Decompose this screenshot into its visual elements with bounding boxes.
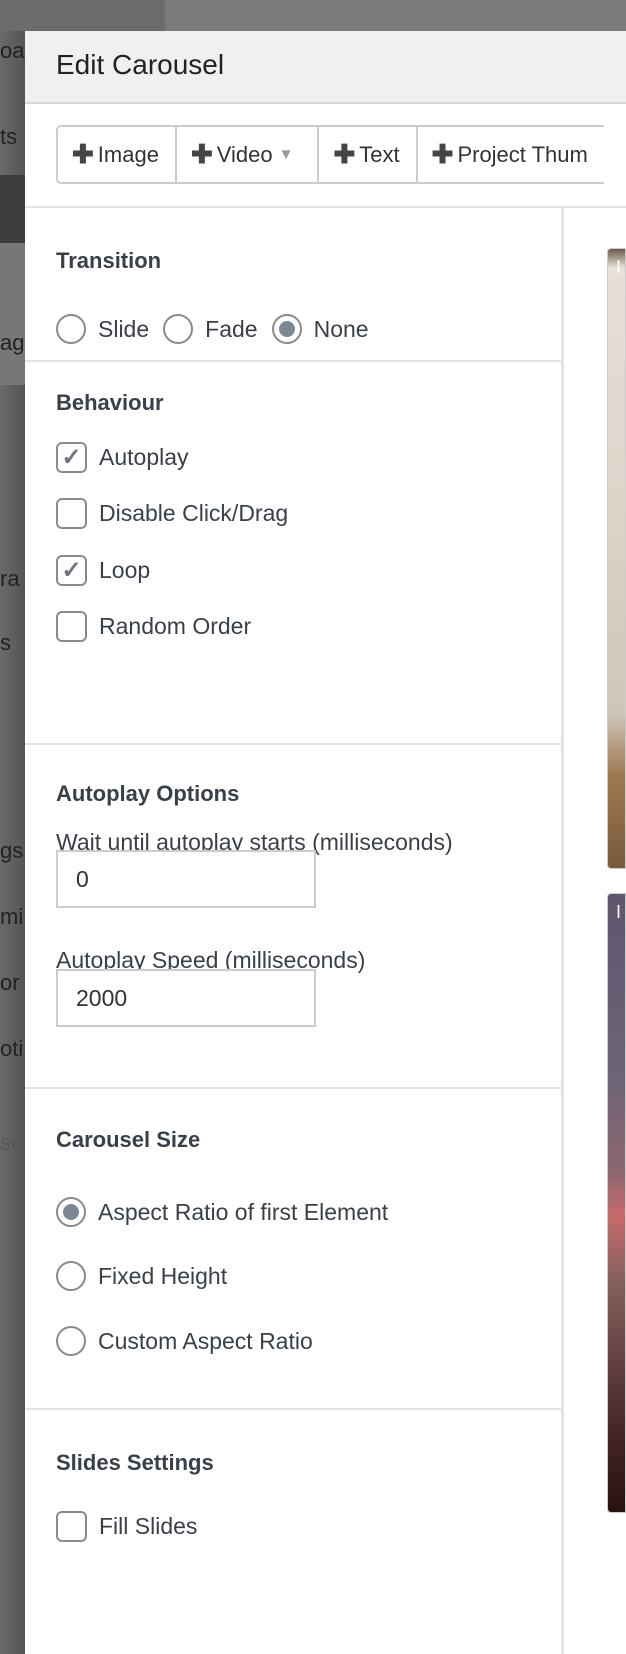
plus-icon: ✚: [72, 139, 94, 169]
radio-aspect-ratio-first[interactable]: Aspect Ratio of first Element: [56, 1197, 388, 1227]
checkbox[interactable]: [56, 1511, 87, 1542]
backdrop-text: ts: [0, 124, 18, 149]
slide-thumbnail[interactable]: I: [607, 893, 626, 1513]
behaviour-section: Behaviour ✓ Autoplay Disable Click/Drag ✓…: [25, 362, 564, 745]
plus-icon: ✚: [190, 139, 213, 169]
edit-carousel-modal: Edit Carousel ✚ Image ✚ Video ▼ ✚ Text ✚ Proj…: [25, 31, 626, 1654]
plus-icon: ✚: [333, 139, 356, 169]
radio-none[interactable]: [271, 314, 302, 344]
radio-label: Aspect Ratio of first Element: [98, 1198, 389, 1225]
backdrop-text: mi: [0, 904, 24, 929]
speed-input[interactable]: 2000: [56, 969, 316, 1027]
checkbox-disable-click-drag[interactable]: Disable Click/Drag: [56, 498, 288, 529]
radio-custom-aspect-ratio[interactable]: Custom Aspect Ratio: [56, 1326, 313, 1356]
add-element-toolbar: ✚ Image ✚ Video ▼ ✚ Text ✚ Project Thum: [56, 125, 604, 184]
radio[interactable]: [56, 1197, 86, 1227]
checkbox-random-order[interactable]: Random Order: [56, 611, 251, 642]
checkbox-label: Fill Slides: [99, 1513, 198, 1539]
plus-icon: ✚: [431, 139, 454, 169]
slide-thumbnail[interactable]: I: [607, 248, 626, 869]
backdrop-text: se: [0, 1130, 24, 1155]
radio-fade[interactable]: [163, 314, 194, 344]
backdrop-item: [0, 243, 25, 385]
wait-input[interactable]: 0: [56, 850, 316, 908]
checkbox-label: Loop: [99, 557, 151, 583]
radio[interactable]: [56, 1326, 86, 1356]
slides-settings-section: Slides Settings Fill Slides: [25, 1410, 564, 1610]
section-heading: Transition: [56, 248, 162, 273]
checkbox[interactable]: [56, 498, 87, 529]
backdrop-text: ra: [0, 566, 20, 591]
modal-header: Edit Carousel: [25, 31, 626, 104]
add-project-thumbnail-button[interactable]: ✚ Project Thum: [418, 127, 604, 182]
radio-label: None: [313, 315, 369, 342]
radio-label: Fixed Height: [98, 1262, 228, 1289]
backdrop-text: oti: [0, 1036, 24, 1061]
button-label: Image: [97, 141, 159, 167]
radio-fixed-height[interactable]: Fixed Height: [56, 1261, 227, 1291]
transition-section: Transition Slide Fade None: [25, 208, 564, 362]
checkbox-autoplay[interactable]: ✓ Autoplay: [56, 442, 189, 473]
thumbnail-label: I: [616, 257, 622, 277]
radio-slide[interactable]: [56, 314, 86, 344]
checkbox-fill-slides[interactable]: Fill Slides: [56, 1511, 197, 1542]
button-label: Video: [216, 141, 273, 167]
checkbox-label: Autoplay: [99, 444, 189, 470]
button-label: Text: [359, 141, 400, 167]
add-text-button[interactable]: ✚ Text: [319, 127, 418, 182]
backdrop-text: s: [0, 630, 11, 655]
checkmark-icon[interactable]: ✓: [56, 555, 87, 586]
backdrop-text: ag: [0, 330, 25, 355]
checkbox-loop[interactable]: ✓ Loop: [56, 555, 150, 586]
section-heading: Behaviour: [56, 390, 164, 415]
autoplay-options-section: Autoplay Options Wait until autoplay sta…: [25, 745, 564, 1089]
settings-panel: Transition Slide Fade None Behaviour ✓ Au…: [25, 208, 564, 1654]
button-label: Project Thum: [457, 141, 588, 167]
checkmark-icon[interactable]: ✓: [56, 442, 87, 473]
backdrop-text: gs: [0, 838, 24, 863]
section-heading: Slides Settings: [56, 1450, 214, 1475]
section-heading: Autoplay Options: [56, 781, 240, 806]
add-image-button[interactable]: ✚ Image: [58, 127, 177, 182]
checkbox-label: Random Order: [99, 613, 252, 639]
backdrop-active-item: [0, 175, 25, 243]
radio[interactable]: [56, 1261, 86, 1291]
add-video-button[interactable]: ✚ Video ▼: [177, 127, 320, 182]
carousel-size-section: Carousel Size Aspect Ratio of first Elem…: [25, 1089, 564, 1410]
backdrop-text: or: [0, 970, 20, 995]
checkbox[interactable]: [56, 611, 87, 642]
thumbnail-label: I: [616, 902, 622, 922]
radio-label: Fade: [205, 315, 258, 342]
section-heading: Carousel Size: [56, 1127, 201, 1152]
radio-label: Slide: [98, 315, 150, 342]
checkbox-label: Disable Click/Drag: [99, 500, 289, 526]
modal-title: Edit Carousel: [56, 49, 225, 80]
transition-options: Slide Fade None: [56, 314, 369, 344]
caret-down-icon: ▼: [278, 146, 294, 163]
radio-label: Custom Aspect Ratio: [98, 1327, 313, 1354]
backdrop-text: oa: [0, 38, 25, 63]
backdrop-top: [0, 0, 626, 31]
